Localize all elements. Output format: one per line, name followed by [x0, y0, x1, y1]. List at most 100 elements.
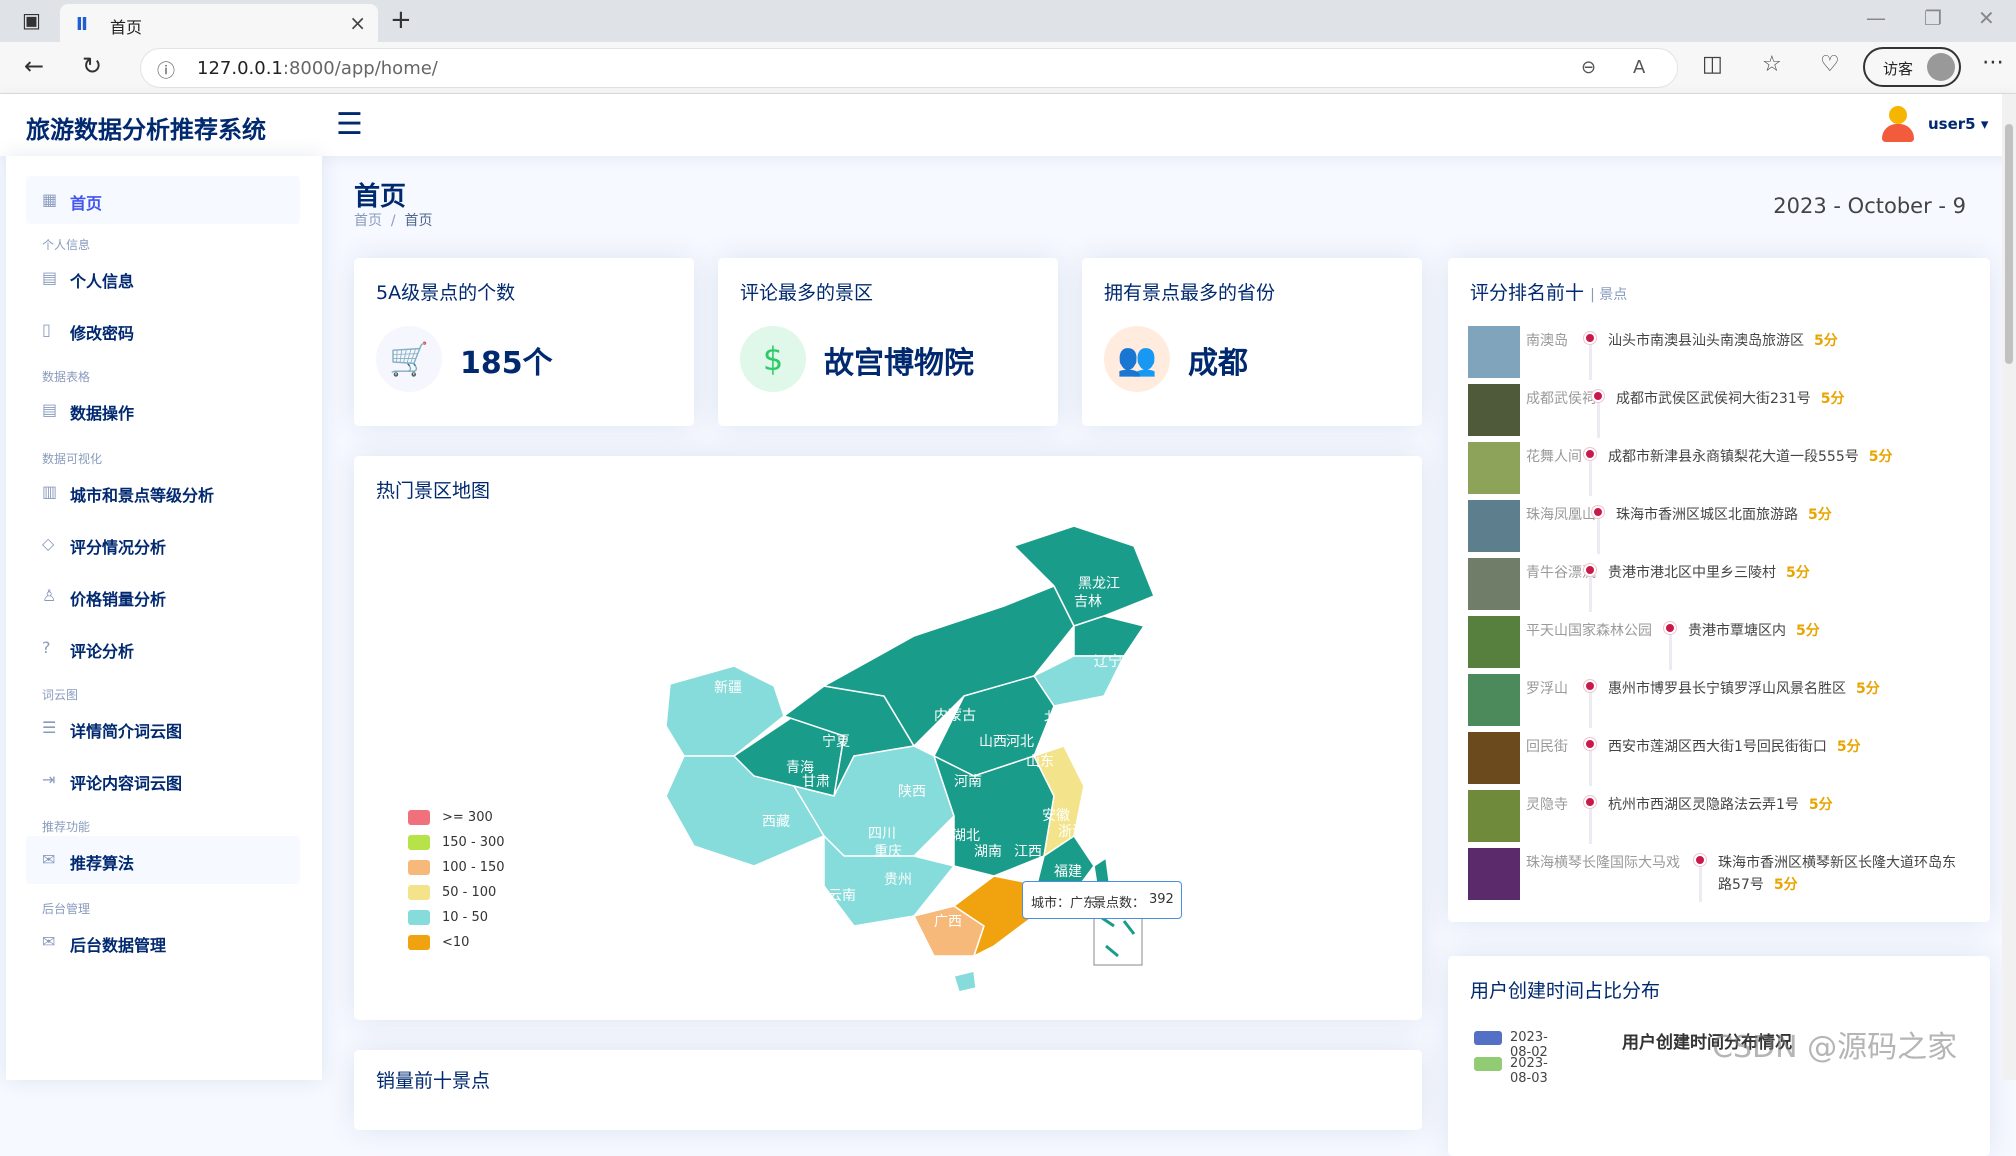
spot-score: 5分 — [1868, 449, 1893, 465]
sidebar-item-comments[interactable]: ? 评论分析 — [26, 624, 300, 672]
timeline-line — [1597, 518, 1600, 554]
sidebar-item-detail-wordcloud[interactable]: ☰ 详情简介词云图 — [26, 704, 300, 752]
sidebar-item-label: 修改密码 — [70, 324, 135, 343]
sidebar-item-label: 首页 — [70, 194, 103, 213]
bar-chart-icon: ▥ — [42, 482, 58, 501]
menu-toggle-icon[interactable]: ☰ — [336, 107, 363, 142]
map-region-label: 辽宁 — [1094, 653, 1122, 670]
browser-tab[interactable]: Ⅱ 首页 × — [60, 4, 378, 42]
browser-essentials-icon[interactable]: ♡ — [1820, 52, 1840, 77]
spot-address: 贵港市港北区中里乡三陵村 5分 — [1608, 562, 1962, 584]
ranking-item[interactable]: 罗浮山 惠州市博罗县长宁镇罗浮山风景名胜区 5分 — [1468, 674, 1958, 728]
legend-swatch — [408, 835, 430, 850]
ranking-item[interactable]: 回民街 西安市莲湖区西大街1号回民街街口 5分 — [1468, 732, 1958, 786]
scrollbar-thumb[interactable] — [2005, 124, 2013, 364]
app-title[interactable]: 旅游数据分析推荐系统 — [26, 110, 266, 145]
ranking-item[interactable]: 灵隐寺 杭州市西湖区灵隐路法云弄1号 5分 — [1468, 790, 1958, 844]
spot-address: 成都市新津县永商镇梨花大道一段555号 5分 — [1608, 446, 1962, 468]
timeline-dot — [1664, 622, 1676, 634]
sidebar-item-recommend[interactable]: ✉ 推荐算法 — [26, 836, 300, 884]
more-menu-icon[interactable]: ⋯ — [1982, 50, 2004, 75]
close-window-icon[interactable]: ✕ — [1978, 6, 1995, 30]
sidebar-item-change-password[interactable]: ▯ 修改密码 — [26, 306, 300, 354]
legend-swatch — [408, 885, 430, 900]
profile-button[interactable]: 访客 — [1863, 47, 1961, 87]
sidebar-item-label: 个人信息 — [70, 272, 135, 291]
minimize-icon[interactable]: — — [1866, 6, 1886, 30]
sidebar-item-city-level[interactable]: ▥ 城市和景点等级分析 — [26, 468, 300, 516]
address-bar[interactable]: ⓘ 127.0.0.1:8000/app/home/ ⊖ A — [140, 48, 1678, 88]
sidebar-item-home[interactable]: ▦ 首页 — [26, 176, 300, 224]
split-screen-icon[interactable]: ◫ — [1702, 52, 1723, 77]
spot-address-text: 珠海市香洲区横琴新区长隆大道环岛东路57号 — [1718, 855, 1956, 893]
browser-tab-strip: ▣ Ⅱ 首页 × + — ❐ ✕ — [0, 0, 2016, 42]
legend-swatch — [408, 910, 430, 925]
page-scrollbar[interactable] — [2002, 94, 2016, 1080]
map-region-label: 江西 — [1014, 844, 1042, 860]
spot-address-text: 西安市莲湖区西大街1号回民街街口 — [1608, 739, 1827, 755]
spot-score: 5分 — [1814, 333, 1838, 349]
spot-address-text: 贵港市覃塘区内 — [1688, 623, 1786, 639]
ranking-subtitle: | 景点 — [1590, 287, 1628, 303]
map-region-jilin — [1073, 615, 1146, 657]
sidebar-item-rating[interactable]: ◇ 评分情况分析 — [26, 520, 300, 568]
zoom-icon[interactable]: ⊖ — [1581, 57, 1596, 78]
back-icon[interactable]: ← — [24, 52, 44, 80]
spot-score: 5分 — [1796, 623, 1820, 639]
map-region-label: 河南 — [954, 774, 982, 790]
timeline-line — [1589, 576, 1592, 612]
spot-address-text: 惠州市博罗县长宁镇罗浮山风景名胜区 — [1608, 681, 1846, 697]
new-tab-icon[interactable]: + — [390, 5, 412, 35]
map-region-label: 宁夏 — [822, 733, 850, 750]
document-icon: ▯ — [42, 320, 51, 339]
map-region-label: 安徽 — [1042, 808, 1070, 824]
tooltip-count-value: 392 — [1149, 892, 1174, 907]
tooltip-count-label: 景点数： — [1093, 896, 1146, 911]
favorites-icon[interactable]: ☆ — [1762, 52, 1782, 77]
spot-score: 5分 — [1786, 565, 1810, 581]
sidebar-item-data-ops[interactable]: ▤ 数据操作 — [26, 386, 300, 434]
map-region-label: 内蒙古 — [934, 708, 976, 724]
timeline-dot — [1584, 680, 1596, 692]
china-map[interactable]: 新疆西藏青海甘肃宁夏内蒙古黑龙江吉林辽宁北京山西 河北山东陕西河南四川重庆湖北安徽… — [354, 456, 1422, 1020]
legend-label: >= 300 — [442, 810, 493, 825]
timeline-line — [1669, 634, 1672, 670]
sidebar-item-profile[interactable]: ▤ 个人信息 — [26, 254, 300, 302]
sidebar-toggle-icon[interactable]: ▣ — [22, 8, 41, 32]
map-region-label: 湖南 — [974, 844, 1002, 860]
stat-card-most-comments: 评论最多的景区 $ 故宫博物院 — [718, 258, 1058, 426]
ranking-item[interactable]: 珠海横琴长隆国际大马戏 珠海市香洲区横琴新区长隆大道环岛东路57号 5分 — [1468, 848, 1958, 902]
spot-address: 汕头市南澳县汕头南澳岛旅游区 5分 — [1608, 330, 1962, 352]
user-avatar[interactable] — [1880, 106, 1916, 142]
sidebar-section-heading: 数据表格 — [42, 370, 91, 384]
ranking-item[interactable]: 青牛谷漂流 贵港市港北区中里乡三陵村 5分 — [1468, 558, 1958, 612]
spot-name: 平天山国家森林公园 — [1526, 623, 1652, 639]
site-info-icon[interactable]: ⓘ — [157, 57, 175, 83]
username: user5 — [1928, 115, 1976, 133]
map-region-label: 西藏 — [762, 814, 790, 830]
ranking-item[interactable]: 平天山国家森林公园 贵港市覃塘区内 5分 — [1468, 616, 1958, 670]
map-region-label: 重庆 — [874, 844, 902, 860]
ranking-item[interactable]: 南澳岛 汕头市南澳县汕头南澳岛旅游区 5分 — [1468, 326, 1958, 380]
read-aloud-icon[interactable]: A — [1633, 57, 1645, 78]
ranking-item[interactable]: 珠海凤凰山 珠海市香洲区城区北面旅游路 5分 — [1468, 500, 1958, 554]
breadcrumb-home-link[interactable]: 首页 — [354, 213, 382, 229]
map-region-label: 山东 — [1026, 754, 1054, 770]
spot-name: 成都武侯祠 — [1526, 391, 1596, 407]
card-text-icon: ☰ — [42, 718, 57, 737]
sidebar-item-comment-wordcloud[interactable]: ⇥ 评论内容词云图 — [26, 756, 300, 804]
user-menu[interactable]: user5 ▾ — [1928, 115, 1988, 133]
ranking-item[interactable]: 花舞人间 成都市新津县永商镇梨花大道一段555号 5分 — [1468, 442, 1958, 496]
ranking-item[interactable]: 成都武侯祠 成都市武侯区武侯祠大街231号 5分 — [1468, 384, 1958, 438]
timeline-line — [1589, 750, 1592, 786]
sidebar-item-admin[interactable]: ✉ 后台数据管理 — [26, 918, 300, 966]
refresh-icon[interactable]: ↻ — [82, 52, 102, 80]
table-icon: ▤ — [42, 400, 58, 419]
restore-icon[interactable]: ❐ — [1924, 6, 1942, 30]
timeline-dot — [1584, 738, 1596, 750]
legend-label: 2023-08-03 — [1510, 1056, 1548, 1086]
map-south-sea-inset — [1093, 910, 1143, 966]
spot-thumbnail — [1468, 326, 1520, 378]
sidebar-item-price-sales[interactable]: ♙ 价格销量分析 — [26, 572, 300, 620]
close-tab-icon[interactable]: × — [349, 11, 366, 35]
